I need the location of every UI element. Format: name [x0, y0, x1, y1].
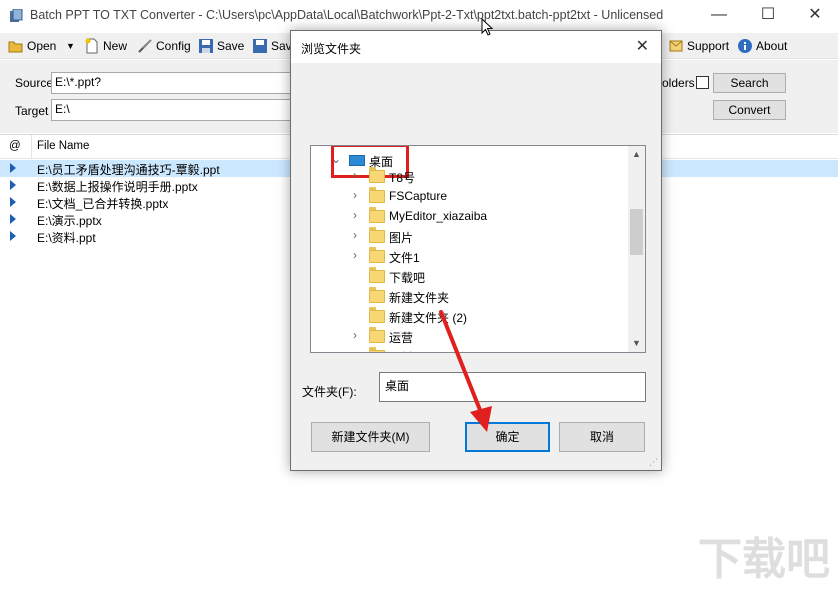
mouse-cursor-icon [481, 18, 493, 36]
close-button[interactable]: ✕ [792, 0, 838, 32]
file-name-cell: E:\文档_已合并转换.pptx [37, 197, 169, 211]
dialog-title: 浏览文件夹 [301, 42, 362, 56]
play-arrow-icon [10, 163, 16, 173]
new-file-icon [84, 38, 100, 54]
config-button[interactable]: Config [137, 37, 191, 55]
tree-item-label: 下载吧 [389, 271, 426, 285]
tools-icon [137, 38, 153, 54]
tree-item-label: 资料 [389, 349, 413, 352]
tree-item-label: 新建文件夹 [389, 291, 450, 305]
tree-item-folder[interactable]: › FSCapture [311, 186, 627, 206]
play-arrow-icon [10, 214, 16, 224]
window-title: Batch PPT TO TXT Converter - C:\Users\pc… [30, 8, 664, 22]
tree-item-folder[interactable]: › 文件1 [311, 246, 627, 266]
file-name-cell: E:\员工矛盾处理沟通技巧-覃毅.ppt [37, 163, 220, 177]
info-icon [737, 38, 753, 54]
tree-item-folder[interactable]: 新建文件夹 (2) [311, 306, 627, 326]
target-input[interactable]: E:\ [51, 99, 291, 121]
folder-field[interactable]: 桌面 [379, 372, 646, 402]
tree-item-folder[interactable]: › MyEditor_xiazaiba [311, 206, 627, 226]
cancel-button[interactable]: 取消 [559, 422, 645, 452]
folder-tree[interactable]: ⌄ 桌面 › T8号 › FSCapture › MyEditor_xiazai… [310, 145, 646, 353]
source-input[interactable]: E:\*.ppt? [51, 72, 291, 94]
chevron-right-icon: › [353, 328, 357, 342]
watermark-logo: 下载吧 [698, 535, 830, 584]
file-name-cell: E:\数据上报操作说明手册.pptx [37, 180, 198, 194]
tree-item-folder[interactable]: › 资料 [311, 346, 627, 352]
tree-item-label: 图片 [389, 231, 414, 245]
source-label: Source [15, 76, 54, 90]
maximize-button[interactable]: ☐ [745, 0, 791, 32]
tree-item-label: T8号 [389, 171, 416, 185]
search-button[interactable]: Search [713, 73, 786, 93]
subfolders-checkbox[interactable] [696, 76, 709, 89]
tree-item-label: FSCapture [389, 189, 448, 203]
tree-item-folder[interactable]: › 图片 [311, 226, 627, 246]
folder-icon [369, 227, 385, 243]
folder-icon [369, 267, 385, 283]
folder-open-icon [8, 38, 24, 54]
folder-icon [369, 247, 385, 263]
subfolders-label: olders [662, 76, 695, 90]
convert-button[interactable]: Convert [713, 100, 786, 120]
scroll-thumb[interactable] [630, 209, 643, 255]
folder-field-label: 文件夹(F): [302, 385, 357, 399]
file-name-cell: E:\演示.pptx [37, 214, 102, 228]
column-header-file-name[interactable]: File Name [37, 140, 89, 152]
chevron-right-icon: › [353, 228, 357, 242]
tree-item-label: 文件1 [389, 251, 420, 265]
folder-icon [369, 327, 385, 343]
chevron-right-icon: › [353, 208, 357, 222]
column-header-status[interactable]: @ [9, 140, 21, 152]
chevron-right-icon: › [353, 248, 357, 262]
dialog-close-button[interactable]: ✕ [636, 36, 649, 56]
chevron-right-icon: › [353, 168, 357, 182]
tree-item-label: 新建文件夹 (2) [389, 311, 468, 325]
save-as-button[interactable]: Sav [252, 37, 292, 55]
folder-icon [369, 207, 385, 223]
minimize-button[interactable]: — [696, 0, 742, 32]
chevron-right-icon: › [353, 188, 357, 202]
floppy-disk-icon [198, 38, 214, 54]
tree-item-folder[interactable]: 下载吧 [311, 266, 627, 286]
column-divider[interactable] [31, 135, 32, 159]
new-folder-button[interactable]: 新建文件夹(M) [311, 422, 430, 452]
ok-button[interactable]: 确定 [465, 422, 550, 452]
file-name-cell: E:\资料.ppt [37, 231, 96, 245]
scroll-up-icon[interactable]: ▲ [628, 146, 645, 163]
play-arrow-icon [10, 180, 16, 190]
floppy-disk-icon [252, 38, 268, 54]
dialog-titlebar: 浏览文件夹 ✕ [291, 31, 661, 63]
folder-icon [369, 167, 385, 183]
tree-scrollbar[interactable]: ▲ ▼ [628, 146, 645, 352]
save-button[interactable]: Save [198, 37, 244, 55]
about-button[interactable]: About [737, 37, 787, 55]
open-button[interactable]: Open [8, 37, 56, 55]
resize-grip-icon[interactable]: ⋰ [649, 457, 658, 468]
support-button[interactable]: Support [668, 37, 729, 55]
support-icon [668, 38, 684, 54]
new-button[interactable]: New [84, 37, 127, 55]
chevron-down-icon: ▼ [66, 41, 75, 51]
folder-icon [369, 307, 385, 323]
play-arrow-icon [10, 231, 16, 241]
app-icon [9, 8, 23, 23]
tree-item-folder[interactable]: 新建文件夹 [311, 286, 627, 306]
tree-item-label: 运营 [389, 331, 414, 345]
main-titlebar: Batch PPT TO TXT Converter - C:\Users\pc… [0, 0, 838, 32]
open-dropdown-button[interactable]: ▼ [66, 37, 75, 55]
folder-icon [369, 347, 385, 352]
chevron-right-icon: › [353, 348, 357, 352]
tree-item-folder[interactable]: › 运营 [311, 326, 627, 346]
folder-icon [369, 287, 385, 303]
play-arrow-icon [10, 197, 16, 207]
tree-item-label: MyEditor_xiazaiba [389, 209, 488, 223]
scroll-down-icon[interactable]: ▼ [628, 335, 645, 352]
tree-item-folder[interactable]: › T8号 [311, 166, 627, 186]
folder-icon [369, 187, 385, 203]
browse-folder-dialog: 浏览文件夹 ✕ ⌄ 桌面 › T8号 › FSCapture › MyEdito… [290, 30, 662, 471]
target-label: Target [15, 104, 49, 118]
